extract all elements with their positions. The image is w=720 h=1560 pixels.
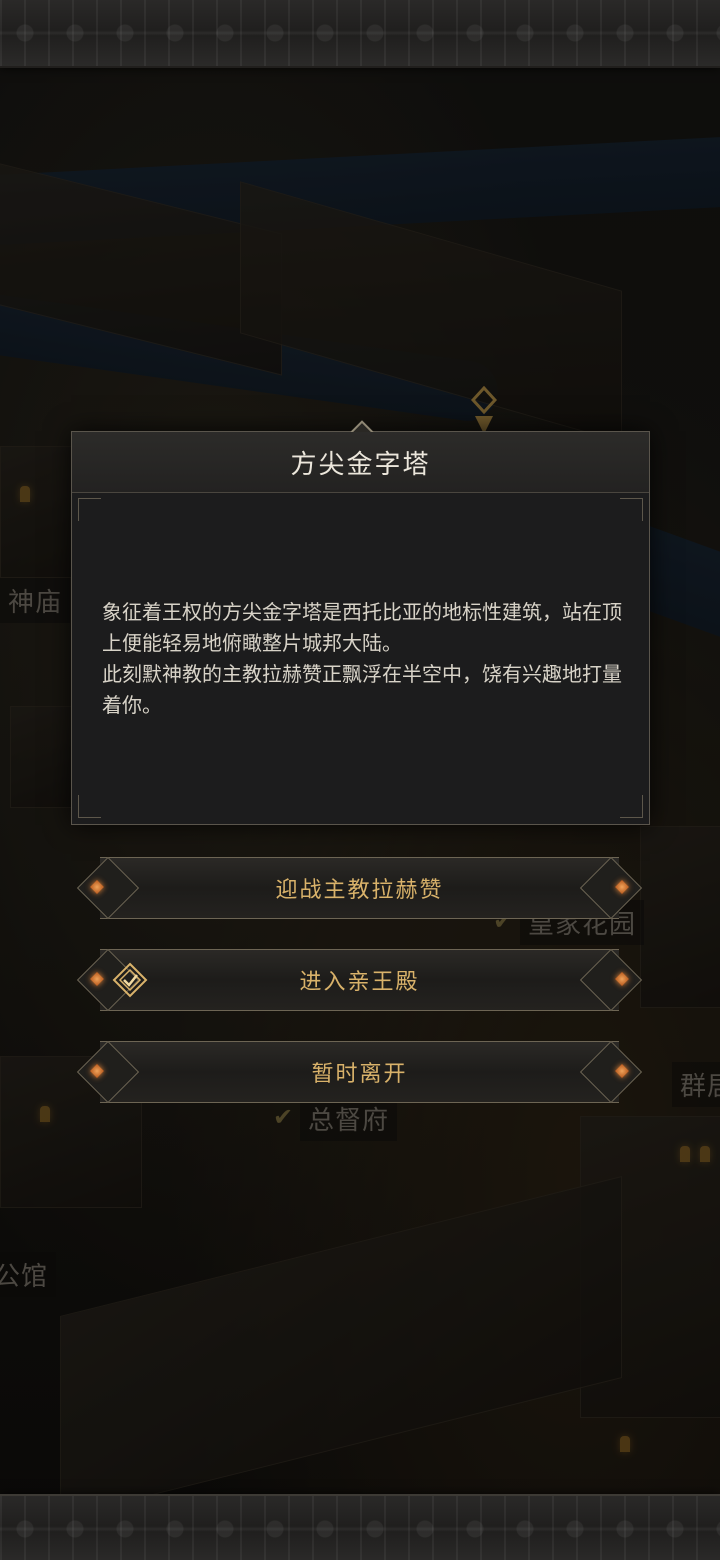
bottom-ornate-bar [0, 1494, 720, 1560]
game-screen: 神庙 皇家花园 ✔ 总督府 ✔ 公馆 群居 方尖金字塔 象征着王权的方尖金字塔是… [0, 0, 720, 1560]
corner-ornament [620, 795, 643, 818]
leave-label: 暂时离开 [311, 1062, 408, 1087]
enter-palace-button[interactable]: 进入亲王殿 [76, 948, 643, 1012]
ornate-pattern [0, 6, 720, 60]
enter-palace-label: 进入亲王殿 [299, 970, 420, 995]
dialog-title: 方尖金字塔 [290, 450, 431, 480]
ornate-pattern [0, 1502, 720, 1556]
description-paragraph: 象征着王权的方尖金字塔是西托比亚的地标性建筑，站在顶上便能轻易地俯瞰整片城邦大陆… [102, 600, 622, 655]
dialog-description: 象征着王权的方尖金字塔是西托比亚的地标性建筑，站在顶上便能轻易地俯瞰整片城邦大陆… [102, 597, 622, 721]
corner-ornament [78, 498, 101, 521]
corner-ornament [78, 795, 101, 818]
description-paragraph: 此刻默神教的主教拉赫赞正飘浮在半空中，饶有兴趣地打量着你。 [102, 662, 622, 717]
corner-ornament [620, 498, 643, 521]
location-dialog: 方尖金字塔 象征着王权的方尖金字塔是西托比亚的地标性建筑，站在顶上便能轻易地俯瞰… [71, 420, 650, 825]
leave-button[interactable]: 暂时离开 [76, 1040, 643, 1104]
top-ornate-bar [0, 0, 720, 68]
fight-bishop-label: 迎战主教拉赫赞 [275, 878, 444, 903]
fight-bishop-button[interactable]: 迎战主教拉赫赞 [76, 856, 643, 920]
dialog-header: 方尖金字塔 [72, 432, 649, 493]
